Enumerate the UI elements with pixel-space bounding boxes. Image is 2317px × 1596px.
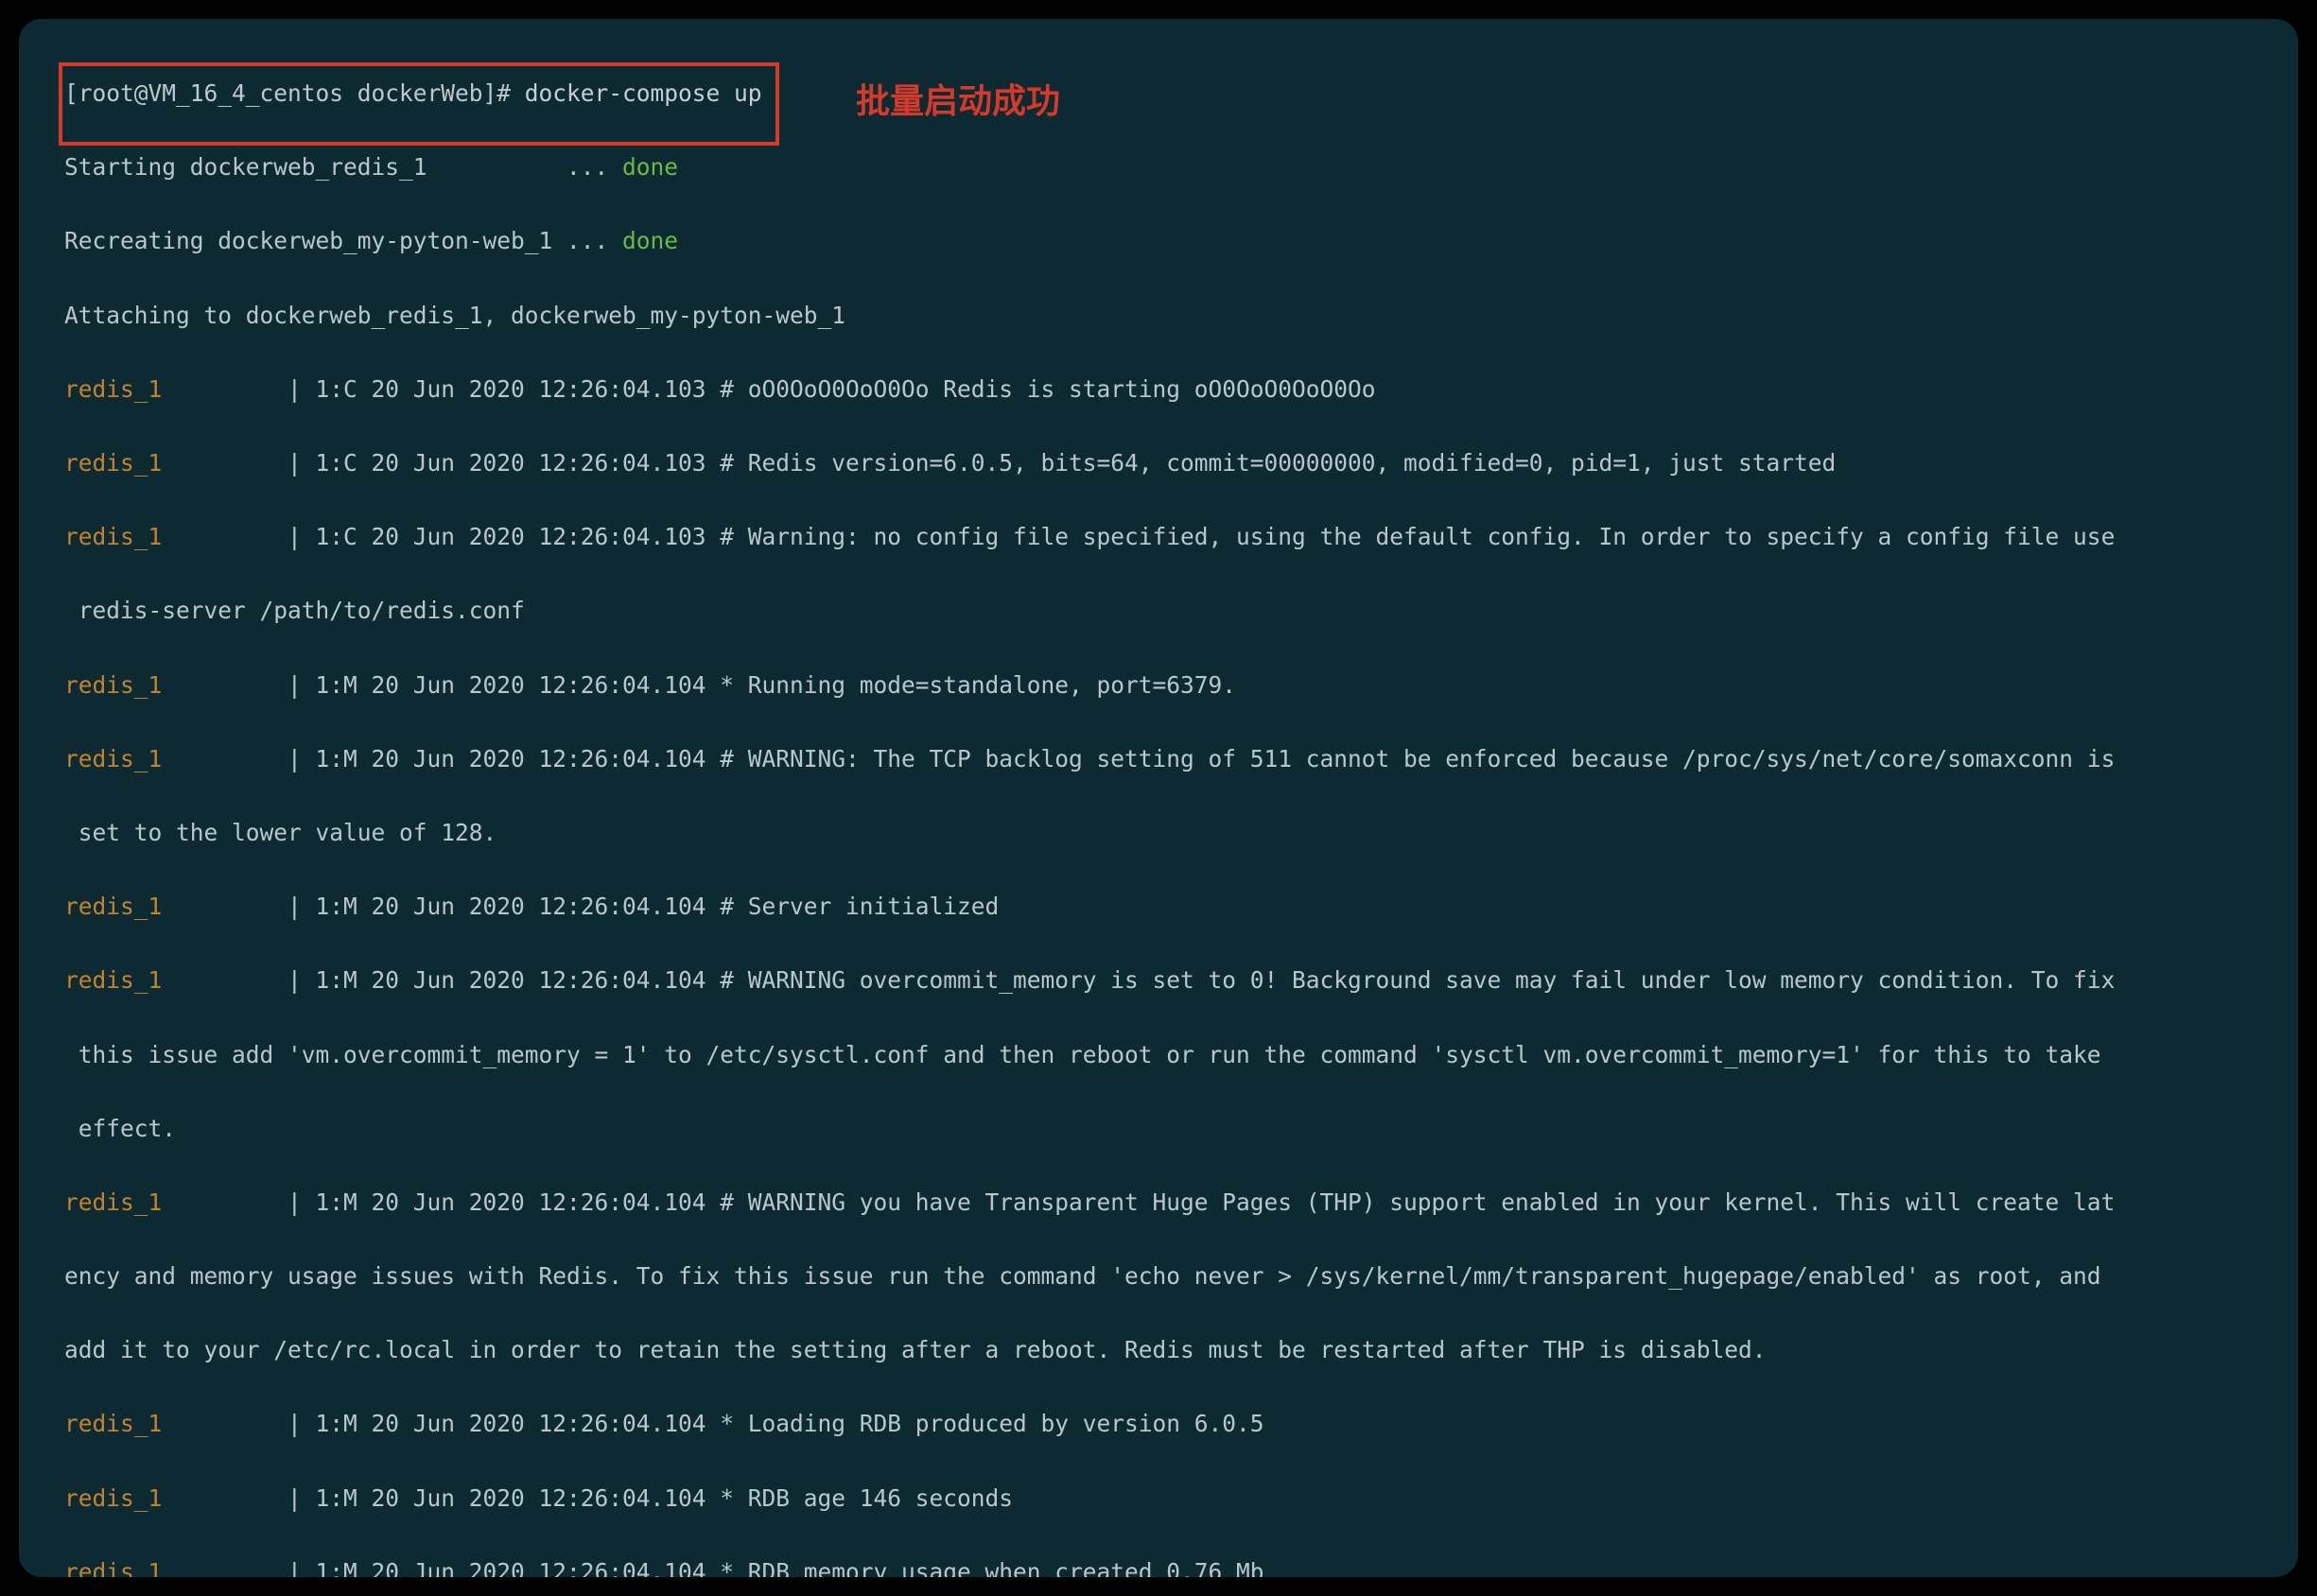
pipe: | xyxy=(287,671,316,699)
pipe: | xyxy=(287,745,316,772)
log-text: 1:C 20 Jun 2020 12:26:04.103 # Redis ver… xyxy=(316,449,1837,477)
log-text-cont: redis-server /path/to/redis.conf xyxy=(64,597,525,624)
attach-line: Attaching to dockerweb_redis_1, dockerwe… xyxy=(64,302,845,329)
log-text: 1:C 20 Jun 2020 12:26:04.103 # Warning: … xyxy=(316,523,2116,550)
status-done: done xyxy=(622,153,678,181)
log-text: 1:M 20 Jun 2020 12:26:04.104 # Server in… xyxy=(316,893,1000,920)
log-text-cont: this issue add 'vm.overcommit_memory = 1… xyxy=(64,1041,2101,1068)
redis-tag: redis_1 xyxy=(64,1410,287,1437)
pipe: | xyxy=(287,893,316,920)
terminal-output[interactable]: [root@VM_16_4_centos dockerWeb]# docker-… xyxy=(19,19,2298,1577)
pipe: | xyxy=(287,966,316,994)
log-text-cont: ency and memory usage issues with Redis.… xyxy=(64,1262,2115,1290)
log-text: 1:M 20 Jun 2020 12:26:04.104 * RDB memor… xyxy=(316,1558,1264,1577)
pipe: | xyxy=(287,1558,316,1577)
log-text: 1:M 20 Jun 2020 12:26:04.104 # WARNING o… xyxy=(316,966,2116,994)
log-text-cont: add it to your /etc/rc.local in order to… xyxy=(64,1336,1767,1363)
redis-tag: redis_1 xyxy=(64,671,287,699)
log-text: 1:M 20 Jun 2020 12:26:04.104 * RDB age 1… xyxy=(316,1484,1014,1512)
redis-tag: redis_1 xyxy=(64,893,287,920)
pipe: | xyxy=(287,449,316,477)
log-text: 1:C 20 Jun 2020 12:26:04.103 # oO0OoO0Oo… xyxy=(316,375,1376,403)
shell-command: docker-compose up xyxy=(525,79,762,107)
pipe: | xyxy=(287,1188,316,1216)
redis-tag: redis_1 xyxy=(64,375,287,403)
redis-tag: redis_1 xyxy=(64,966,287,994)
log-text-cont: set to the lower value of 128. xyxy=(64,819,496,846)
pipe: | xyxy=(287,375,316,403)
startup-line: Starting dockerweb_redis_1 ... xyxy=(64,153,622,181)
log-text-cont: effect. xyxy=(64,1115,176,1142)
redis-tag: redis_1 xyxy=(64,1484,287,1512)
pipe: | xyxy=(287,523,316,550)
redis-tag: redis_1 xyxy=(64,1188,287,1216)
redis-tag: redis_1 xyxy=(64,449,287,477)
redis-tag: redis_1 xyxy=(64,1558,287,1577)
pipe: | xyxy=(287,1484,316,1512)
log-text: 1:M 20 Jun 2020 12:26:04.104 * Running m… xyxy=(316,671,1237,699)
redis-tag: redis_1 xyxy=(64,745,287,772)
startup-line: Recreating dockerweb_my-pyton-web_1 ... xyxy=(64,227,622,254)
log-text: 1:M 20 Jun 2020 12:26:04.104 * Loading R… xyxy=(316,1410,1264,1437)
terminal-window[interactable]: 批量启动成功 [root@VM_16_4_centos dockerWeb]# … xyxy=(19,19,2298,1577)
shell-prompt: [root@VM_16_4_centos dockerWeb]# xyxy=(64,79,525,107)
log-text: 1:M 20 Jun 2020 12:26:04.104 # WARNING y… xyxy=(316,1188,2116,1216)
redis-tag: redis_1 xyxy=(64,523,287,550)
pipe: | xyxy=(287,1410,316,1437)
log-text: 1:M 20 Jun 2020 12:26:04.104 # WARNING: … xyxy=(316,745,2116,772)
status-done: done xyxy=(622,227,678,254)
